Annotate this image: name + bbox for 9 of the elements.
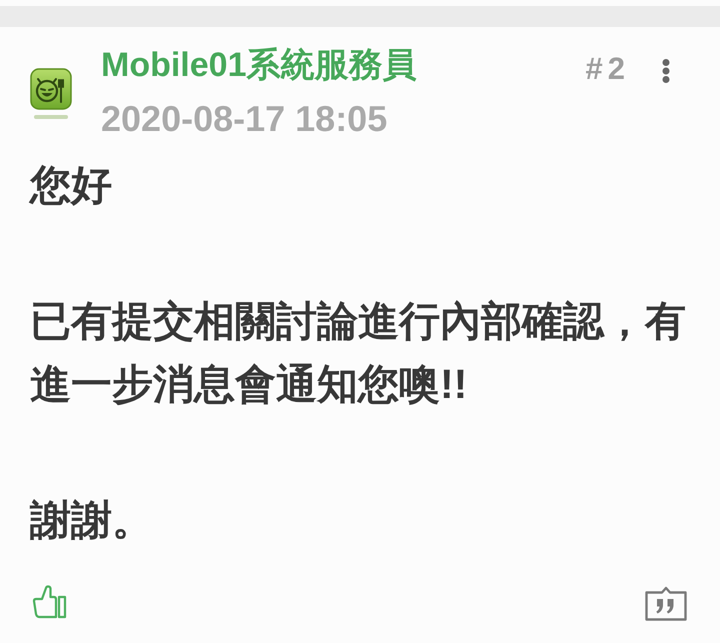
quote-reply-icon[interactable] xyxy=(645,586,687,621)
post-paragraph: 謝謝。 xyxy=(30,496,154,545)
post-paragraph: 已有提交相關討論進行內部確認，有進一步消息會通知您噢!! xyxy=(30,297,687,409)
thumbs-up-icon[interactable] xyxy=(31,584,68,620)
post-date: 2020-08-17 18:05 xyxy=(101,98,388,140)
floor-number: #2 xyxy=(586,50,630,88)
more-menu-icon[interactable] xyxy=(660,59,672,83)
author-name[interactable]: Mobile01系統服務員 xyxy=(101,45,586,86)
post-paragraph: 您好 xyxy=(30,161,113,210)
